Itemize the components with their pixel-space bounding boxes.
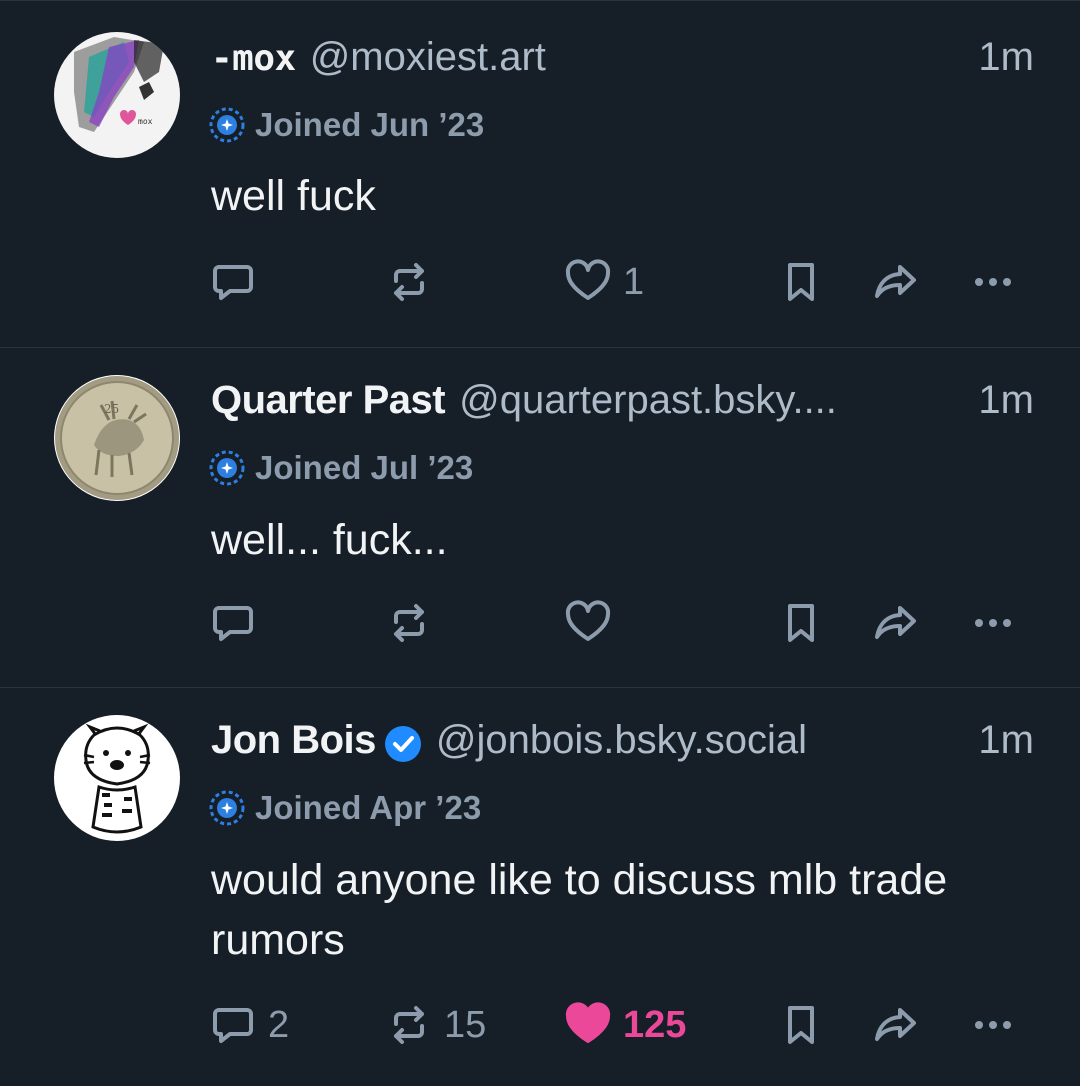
bookmark-icon [788,604,814,642]
avatar-image-tiger [54,715,180,841]
share-button[interactable] [872,256,922,308]
avatar[interactable] [54,715,180,841]
repost-arrows-icon [394,1006,424,1044]
post-feed: mox -mox @moxiest.art 1m Joined Jun ’23 … [0,0,1080,1086]
more-dots-icon [975,619,1011,627]
post-header: Jon Bois @jonbois.bsky.social 1m [211,718,1034,770]
post-actions: 2 15 125 [208,999,1048,1051]
reply-button[interactable]: 2 [208,999,289,1051]
heart-icon [565,600,611,641]
bookmark-button[interactable] [776,999,826,1051]
post-header: Quarter Past @quarterpast.bsky.... 1m [211,378,1034,430]
handle[interactable]: @moxiest.art [310,35,546,80]
post-actions: 1 [208,256,1048,308]
avatar-image-mox: mox [54,32,180,158]
timestamp[interactable]: 1m [978,35,1034,80]
joined-label: Joined Jun ’23 [209,105,484,145]
post-item[interactable]: Jon Bois @jonbois.bsky.social 1m Joined … [0,687,1080,1086]
bookmark-button[interactable] [776,597,826,649]
repost-arrows-icon [394,263,424,301]
joined-label: Joined Jul ’23 [209,448,473,488]
post-text: well... fuck... [211,516,448,564]
new-user-badge-icon [209,107,245,143]
share-arrow-icon [875,606,916,639]
handle[interactable]: @jonbois.bsky.social [436,718,807,763]
post-header: -mox @moxiest.art 1m [211,35,1034,87]
svg-text:mox: mox [138,117,153,126]
like-button[interactable] [563,597,623,649]
bookmark-icon [788,263,814,301]
share-arrow-icon [875,1008,916,1041]
reply-button[interactable] [208,597,268,649]
bookmark-button[interactable] [776,256,826,308]
reply-button[interactable] [208,256,268,308]
verified-check-icon [384,726,421,762]
like-count: 1 [623,260,645,303]
more-options-button[interactable] [968,597,1018,649]
repost-button[interactable] [384,597,444,649]
svg-text:25: 25 [104,402,119,416]
display-name[interactable]: -mox [211,38,296,79]
joined-label: Joined Apr ’23 [209,788,481,828]
avatar[interactable]: 25 [54,375,180,501]
more-dots-icon [975,278,1011,286]
heart-icon [565,1002,611,1043]
bookmark-icon [788,1006,814,1044]
joined-text: Joined Apr ’23 [255,789,482,826]
repost-count: 15 [444,1003,487,1046]
new-user-badge-icon [209,450,245,486]
handle[interactable]: @quarterpast.bsky.... [459,378,837,423]
share-button[interactable] [872,999,922,1051]
speech-bubble-icon [213,606,253,641]
new-user-badge-icon [209,790,245,826]
joined-text: Joined Jul ’23 [255,449,474,486]
timestamp[interactable]: 1m [978,718,1034,763]
post-item[interactable]: mox -mox @moxiest.art 1m Joined Jun ’23 … [0,0,1080,348]
joined-text: Joined Jun ’23 [255,106,485,143]
post-item[interactable]: 25 Quarter Past @quarterpast.bsky.... 1m… [0,347,1080,688]
like-count: 125 [623,1003,687,1046]
speech-bubble-icon [213,1008,253,1043]
more-options-button[interactable] [968,999,1018,1051]
speech-bubble-icon [213,265,253,300]
repost-button[interactable]: 15 [384,999,486,1051]
repost-button[interactable] [384,256,444,308]
reply-count: 2 [268,1003,290,1046]
avatar[interactable]: mox [54,32,180,158]
display-name[interactable]: Jon Bois [211,718,376,763]
share-button[interactable] [872,597,922,649]
more-options-button[interactable] [968,256,1018,308]
more-dots-icon [975,1021,1011,1029]
post-text: would anyone like to discuss mlb trade r… [211,856,948,964]
like-button[interactable]: 1 [563,256,644,308]
post-text: well fuck [211,172,376,220]
like-button[interactable]: 125 [563,999,686,1051]
avatar-image-coin: 25 [54,375,180,501]
display-name[interactable]: Quarter Past [211,378,446,423]
share-arrow-icon [875,265,916,298]
timestamp[interactable]: 1m [978,378,1034,423]
post-actions [208,597,1048,649]
repost-arrows-icon [394,604,424,642]
heart-icon [565,259,611,300]
